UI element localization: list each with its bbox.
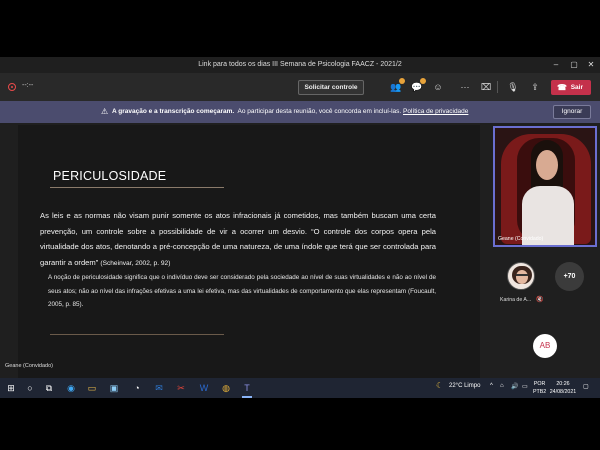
chat-badge (420, 78, 426, 84)
keyboard-layout: PTB2 (533, 389, 547, 395)
chrome-icon[interactable]: ◍ (219, 381, 233, 395)
ignore-button[interactable]: Ignorar (553, 105, 591, 119)
minimize-icon[interactable]: – (550, 59, 562, 71)
battery-icon[interactable]: ▭ (522, 383, 528, 390)
language-code: POR (533, 381, 546, 387)
avatar-glasses-shape (516, 274, 528, 276)
slide-title: PERICULOSIDADE (53, 169, 167, 183)
store-icon[interactable]: ▣ (107, 381, 121, 395)
snipping-tool-icon[interactable]: ✂ (174, 381, 188, 395)
windows-taskbar: ⊞ ○ ⧉ ◉ ▭ ▣ ◔ ✉ ✂ W ◍ T ☾ 22°C Limpo ^ ⌂… (0, 378, 600, 398)
teams-meeting-window: Link para todos os dias III Semana de Ps… (0, 57, 600, 398)
windows-icon[interactable]: ⊞ (4, 381, 18, 395)
leave-label: Sair (570, 84, 583, 91)
request-control-button[interactable]: Solicitar controle (298, 80, 364, 95)
banner-bold-text: A gravação e a transcrição começaram. (112, 108, 235, 115)
search-icon[interactable]: ○ (23, 381, 37, 395)
toolbar-divider (497, 81, 498, 93)
close-icon[interactable]: ✕ (585, 59, 597, 71)
participant-name: Karina de A... (500, 297, 532, 303)
banner-text: Ao participar desta reunião, você concor… (237, 108, 402, 115)
mic-off-icon[interactable]: 🎙 (507, 81, 519, 93)
teams-icon[interactable]: T (240, 381, 254, 398)
privacy-policy-link[interactable]: Política de privacidade (403, 108, 468, 115)
shared-slide: PERICULOSIDADE As leis e as normas não v… (18, 125, 480, 395)
title-bar: Link para todos os dias III Semana de Ps… (0, 57, 600, 73)
video-tile-name: Geane (Convidado) (498, 236, 544, 242)
paragraph-reference: (Scheinvar, 2002, p. 92) (100, 259, 171, 267)
taskbar-clock[interactable]: 20:26 24/08/2021 (548, 380, 578, 396)
avatar-face-shape (516, 270, 528, 284)
outlook-icon[interactable]: ✉ (152, 381, 166, 395)
recording-icon (8, 83, 16, 91)
meeting-toolbar: --:-- Solicitar controle 👥 💬 ☺ ··· ⌧ 🎙 ⇪… (0, 73, 600, 101)
recording-notice-banner: ⚠ A gravação e a transcrição começaram. … (0, 101, 600, 123)
clock-time: 20:26 (556, 381, 570, 387)
camera-off-icon[interactable]: ⌧ (480, 81, 492, 93)
slide-paragraph: As leis e as normas não visam punir some… (40, 208, 436, 271)
edge-icon[interactable]: ◉ (64, 381, 78, 395)
language-indicator[interactable]: POR PTB2 (533, 380, 546, 396)
title-underline (50, 187, 224, 188)
participant-mic-off-icon: 🔇 (536, 297, 544, 303)
more-actions-icon[interactable]: ··· (459, 81, 471, 93)
clock-date: 24/08/2021 (549, 389, 577, 395)
presenter-name: Geane (Convidado) (5, 363, 54, 369)
leave-button[interactable]: ☎ Sair (551, 80, 591, 95)
more-participants-button[interactable]: +70 (555, 262, 584, 291)
bottom-divider (50, 334, 224, 335)
window-title: Link para todos os dias III Semana de Ps… (198, 61, 402, 68)
weather-text[interactable]: 22°C Limpo (449, 383, 480, 389)
maximize-icon[interactable]: ▢ (568, 59, 580, 71)
network-icon[interactable]: ⌂ (500, 383, 504, 389)
file-explorer-icon[interactable]: ▭ (85, 381, 99, 395)
share-screen-icon[interactable]: ⇪ (529, 81, 541, 93)
screen: Link para todos os dias III Semana de Ps… (0, 0, 600, 450)
tray-chevron-icon[interactable]: ^ (490, 383, 493, 389)
person-face-shape (536, 150, 558, 180)
slide-quote: A noção de periculosidade significa que … (48, 274, 436, 308)
task-view-icon[interactable]: ⧉ (42, 381, 56, 395)
word-icon[interactable]: W (197, 381, 211, 395)
chat-app-icon[interactable]: ◔ (130, 381, 144, 395)
reactions-icon[interactable]: ☺ (432, 81, 444, 93)
notifications-icon[interactable]: ▢ (583, 383, 589, 390)
initials-avatar[interactable]: AB (533, 334, 557, 358)
participant-video-tile[interactable]: Geane (Convidado) (493, 126, 597, 247)
paragraph-text: As leis e as normas não visam punir some… (40, 211, 436, 267)
volume-icon[interactable]: 🔊 (511, 383, 518, 390)
warning-icon: ⚠ (101, 107, 109, 116)
participant-avatar[interactable] (507, 262, 535, 290)
participants-badge (399, 78, 405, 84)
phone-hangup-icon: ☎ (557, 83, 567, 92)
meeting-timer: --:-- (22, 82, 34, 89)
weather-icon: ☾ (436, 381, 444, 390)
banner-message: A gravação e a transcrição começaram. Ao… (112, 108, 468, 115)
